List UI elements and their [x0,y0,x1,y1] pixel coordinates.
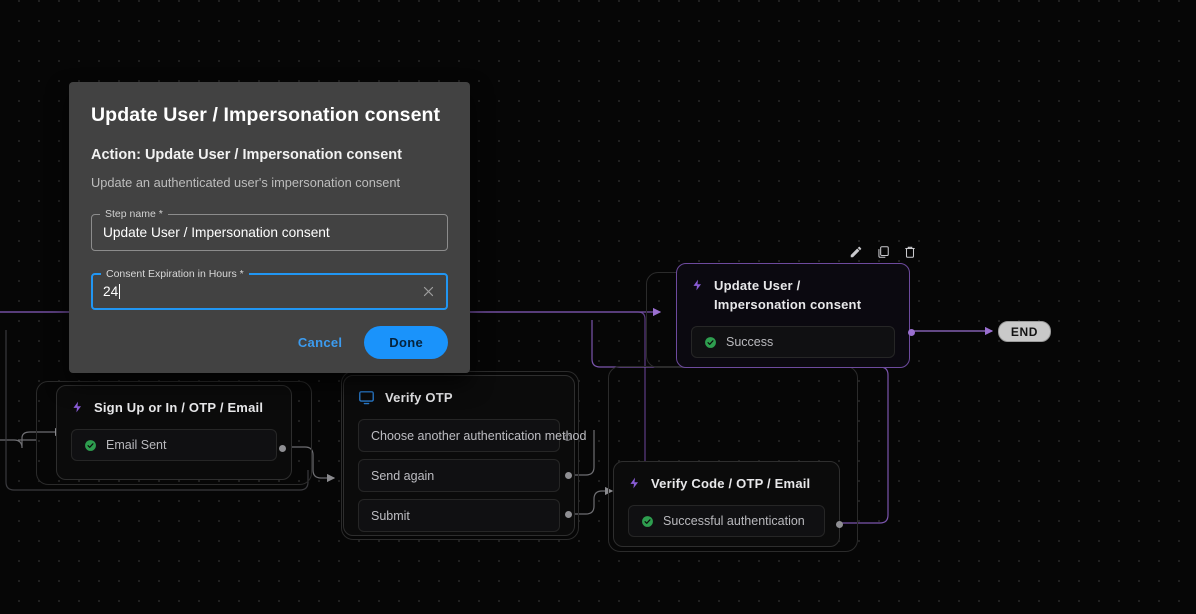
screen-icon [359,391,374,405]
node-output-row[interactable]: Successful authentication [628,505,825,537]
end-node[interactable]: END [998,321,1051,342]
done-button[interactable]: Done [364,326,448,359]
output-port[interactable] [279,445,286,452]
option-port[interactable] [564,434,571,441]
node-title: Verify Code / OTP / Email [651,476,811,491]
step-name-label: Step name * [100,208,168,220]
check-circle-icon [642,515,653,527]
cancel-button[interactable]: Cancel [290,329,350,356]
node-output-label: Successful authentication [663,514,805,528]
node-output-label: Success [726,335,774,349]
node-sign-up-or-in-otp-email[interactable]: Sign Up or In / OTP / Email Email Sent [56,385,292,480]
node-option-row[interactable]: Send again [358,459,560,492]
flow-editor-canvas[interactable]: Update User / Impersonation consent Succ… [0,0,1196,614]
copy-icon [878,246,889,258]
consent-expiration-input[interactable]: 24 [103,284,421,299]
node-output-row[interactable]: Success [691,326,895,358]
node-header: Verify Code / OTP / Email [628,474,825,493]
node-title: Sign Up or In / OTP / Email [94,400,264,415]
consent-expiration-label: Consent Expiration in Hours * [101,268,249,280]
step-name-field[interactable]: Step name * Update User / Impersonation … [91,208,448,251]
option-port[interactable] [565,511,572,518]
dialog-action-label: Action: Update User / Impersonation cons… [91,147,402,163]
node-output-label: Email Sent [106,438,167,452]
step-config-dialog[interactable]: Update User / Impersonation consent Acti… [69,82,470,373]
close-x-icon[interactable] [421,284,436,299]
node-option-label: Submit [371,508,410,523]
node-option-label: Choose another authentication method [371,428,587,443]
node-toolbar[interactable] [847,243,919,261]
node-header: Verify OTP [358,388,560,407]
node-update-user-impersonation-consent[interactable]: Update User / Impersonation consent Succ… [676,263,915,368]
dialog-description: Update an authenticated user's impersona… [91,175,401,190]
end-label: END [1010,324,1039,339]
output-port[interactable] [908,329,915,336]
dialog-title: Update User / Impersonation consent [91,104,441,126]
consent-expiration-field[interactable]: Consent Expiration in Hours * 24 [91,268,448,310]
node-title: Update User / Impersonation consent [714,278,862,312]
node-option-label: Send again [371,468,435,483]
dialog-actions: Cancel Done [290,326,448,359]
option-port[interactable] [565,472,572,479]
pencil-icon [850,246,862,258]
text-caret [119,284,121,299]
node-header: Update User / Impersonation consent [691,276,895,314]
trash-icon [905,246,915,258]
consent-expiration-value: 24 [103,284,119,299]
duplicate-node-button[interactable] [874,243,892,261]
node-option-row[interactable]: Choose another authentication method [358,419,586,452]
node-header: Sign Up or In / OTP / Email [71,398,277,417]
check-circle-icon [705,336,716,348]
step-name-input[interactable]: Update User / Impersonation consent [103,225,436,240]
check-circle-icon [85,439,96,451]
node-verify-code-otp-email[interactable]: Verify Code / OTP / Email Successful aut… [613,461,843,547]
node-title: Verify OTP [385,390,453,405]
edit-node-button[interactable] [847,243,865,261]
lightning-bolt-icon [630,477,639,489]
node-output-row[interactable]: Email Sent [71,429,277,461]
lightning-bolt-icon [693,279,702,291]
node-option-row[interactable]: Submit [358,499,560,532]
output-port[interactable] [836,521,843,528]
node-verify-otp[interactable]: Verify OTP Choose another authentication… [343,375,586,536]
lightning-bolt-icon [73,401,82,413]
delete-node-button[interactable] [901,243,919,261]
